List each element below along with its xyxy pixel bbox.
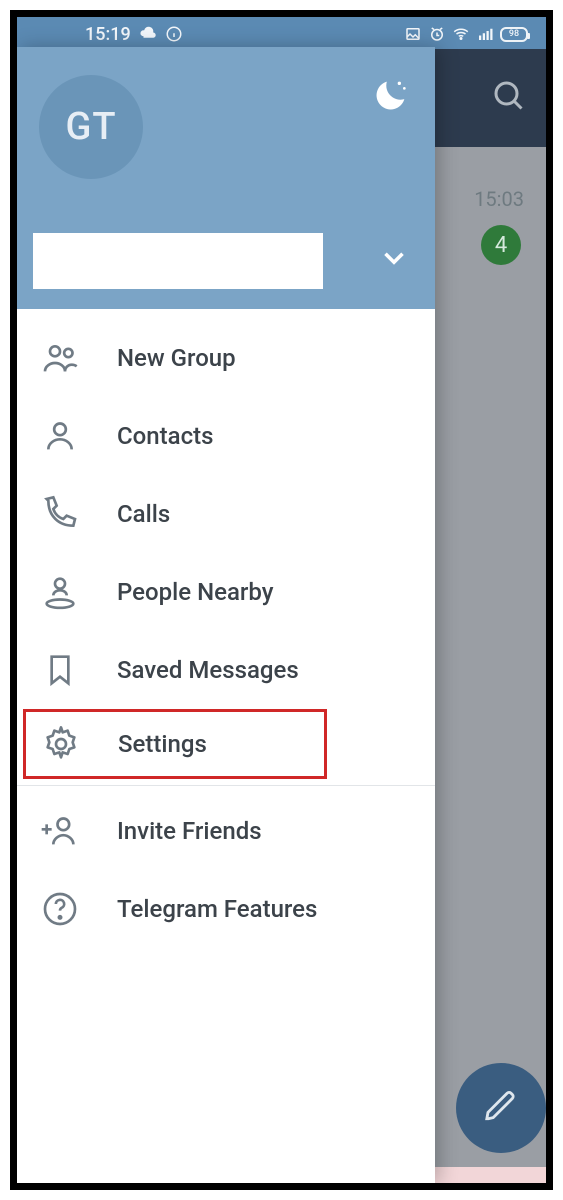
menu-item-new-group[interactable]: New Group [17, 319, 435, 397]
avatar[interactable]: GT [39, 75, 143, 179]
avatar-initials: GT [65, 105, 116, 149]
gear-icon [38, 721, 84, 767]
picture-icon [404, 25, 422, 43]
account-switch-toggle[interactable] [377, 241, 411, 279]
night-mode-toggle[interactable] [371, 75, 411, 119]
battery-icon: 98 [500, 27, 528, 42]
compose-fab[interactable] [456, 1063, 546, 1153]
wifi-icon [452, 25, 470, 43]
search-icon[interactable] [490, 77, 526, 117]
status-bar: 15:19 98 [17, 17, 546, 49]
chat-timestamp: 15:03 [474, 187, 524, 211]
menu-item-people-nearby[interactable]: People Nearby [17, 553, 435, 631]
menu-item-label: Saved Messages [117, 656, 299, 684]
account-name-field[interactable] [33, 233, 323, 289]
cloud-icon [139, 25, 157, 43]
menu-item-calls[interactable]: Calls [17, 475, 435, 553]
menu-item-label: Contacts [117, 422, 213, 450]
alarm-icon [428, 25, 446, 43]
person-icon [37, 413, 83, 459]
menu-item-label: People Nearby [117, 578, 273, 606]
bookmark-icon [37, 647, 83, 693]
menu-item-telegram-features[interactable]: Telegram Features [17, 870, 435, 948]
status-time: 15:19 [85, 24, 131, 45]
info-icon [165, 25, 183, 43]
menu-item-label: Settings [118, 730, 207, 758]
person-add-icon [37, 808, 83, 854]
menu-item-invite-friends[interactable]: Invite Friends [17, 792, 435, 870]
drawer-menu: New Group Contacts Calls [17, 309, 435, 1183]
phone-icon [37, 491, 83, 537]
pencil-icon [484, 1089, 518, 1127]
menu-item-label: Telegram Features [117, 895, 317, 923]
menu-item-contacts[interactable]: Contacts [17, 397, 435, 475]
menu-item-settings[interactable]: Settings [23, 709, 327, 779]
signal-icon [476, 25, 494, 43]
navigation-drawer: GT New Group [17, 47, 435, 1183]
menu-item-label: New Group [117, 344, 236, 372]
group-icon [37, 335, 83, 381]
unread-badge: 4 [481, 225, 521, 265]
menu-item-saved-messages[interactable]: Saved Messages [17, 631, 435, 709]
menu-item-label: Calls [117, 500, 170, 528]
menu-item-label: Invite Friends [117, 817, 262, 845]
help-icon [37, 886, 83, 932]
menu-divider [17, 785, 435, 786]
person-pin-icon [37, 569, 83, 615]
drawer-header: GT [17, 47, 435, 309]
